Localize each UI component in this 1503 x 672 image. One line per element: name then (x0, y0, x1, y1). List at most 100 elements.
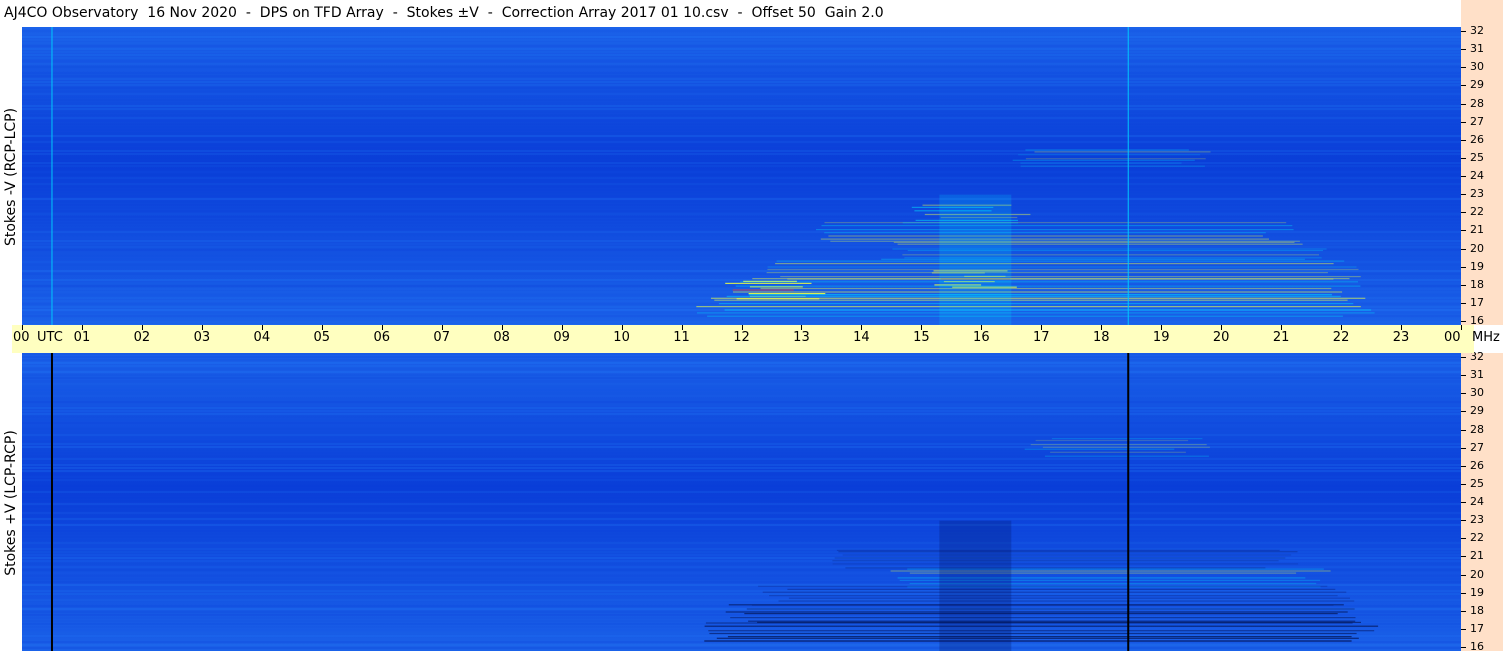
time-tick-label: 01 (73, 330, 91, 345)
time-tick-label: 21 (1272, 330, 1290, 345)
time-tick-label: 08 (493, 330, 510, 345)
freq-tick (1461, 574, 1466, 576)
freq-axis-bottom: 32 31 30 29 28 27 26 25 24 23 22 21 20 19 18 17 16 (1461, 351, 1503, 653)
emission-streak (776, 260, 1345, 262)
spectrogram-top-plot (22, 27, 1461, 325)
emission-streak (748, 293, 826, 295)
emission-streak (832, 560, 1279, 562)
emission-streak (724, 309, 1372, 311)
freq-tick (1461, 248, 1466, 250)
freq-tick-label: 32 (1470, 24, 1484, 37)
freq-tick-label: 27 (1470, 114, 1484, 128)
freq-tick (1461, 502, 1466, 503)
emission-streak (828, 235, 1263, 237)
freq-tick-label: 24 (1470, 169, 1484, 182)
emission-streak (842, 554, 1292, 556)
time-tick (1461, 325, 1462, 330)
freq-tick-label: 18 (1470, 277, 1484, 291)
emission-streak (714, 299, 1348, 301)
emission-streak (704, 640, 1352, 642)
freq-tick-label: 30 (1470, 386, 1484, 400)
freq-tick-label: 31 (1470, 42, 1484, 56)
emission-streak (1025, 149, 1189, 151)
freq-tick (1461, 610, 1466, 612)
emission-streak (709, 632, 1357, 635)
time-tick-label: 03 (193, 330, 211, 345)
freq-tick (1461, 85, 1466, 87)
spectrogram-top (22, 27, 1461, 325)
emission-streak (775, 263, 1334, 265)
emission-streak (1020, 162, 1182, 164)
emission-streak (1024, 448, 1175, 450)
freq-tick (1461, 321, 1466, 322)
emission-streak (757, 621, 1361, 623)
freq-tick (1461, 157, 1466, 159)
emission-streak (787, 588, 1336, 590)
freq-tick-label: 17 (1470, 621, 1484, 635)
time-tick-label: 07 (433, 330, 450, 345)
top-panel-ylabel-container: Stokes -V (RCP-LCP) (0, 27, 22, 327)
time-tick-label: 18 (1092, 330, 1110, 345)
time-tick-label: 20 (1212, 330, 1230, 345)
emission-streak (778, 600, 1355, 602)
freq-tick-label: 20 (1470, 567, 1484, 581)
freq-tick (1461, 266, 1466, 268)
top-panel-ylabel: Stokes -V (RCP-LCP) (3, 107, 19, 247)
emission-streak (824, 222, 1287, 224)
freq-tick (1461, 483, 1466, 485)
time-tick-label: 00 (13, 330, 30, 345)
emission-streak (704, 625, 1379, 627)
emission-streak (744, 613, 1338, 615)
emission-streak (767, 266, 1357, 268)
emission-streak (725, 282, 812, 284)
emission-streak (1018, 154, 1201, 156)
freq-tick (1461, 176, 1466, 177)
spectrogram-bottom-plot (22, 353, 1461, 651)
time-tick-label: 19 (1152, 330, 1170, 345)
time-tick-label: 06 (373, 330, 391, 345)
emission-glow (939, 194, 1012, 325)
emission-streak (838, 551, 1298, 553)
freq-tick-label: 19 (1470, 585, 1484, 599)
time-tick-label: 12 (733, 330, 750, 345)
freq-tick (1461, 103, 1466, 105)
freq-tick-label: 31 (1470, 368, 1484, 382)
emission-streak (1034, 151, 1211, 153)
emission-streak (787, 278, 1334, 280)
freq-tick-label: 22 (1470, 205, 1484, 219)
freq-axis-header (1461, 0, 1503, 27)
freq-tick (1461, 302, 1466, 304)
freq-tick (1461, 447, 1466, 449)
freq-tick-label: 22 (1470, 531, 1484, 545)
freq-tick-label: 24 (1470, 495, 1484, 508)
freq-tick-label: 21 (1470, 549, 1484, 563)
freq-tick-label: 25 (1470, 476, 1484, 490)
mhz-label: MHz (1472, 330, 1500, 345)
emission-streak (718, 303, 1354, 305)
bottom-panel-ylabel-container: Stokes +V (LCP-RCP) (0, 353, 22, 653)
time-tick-label: 22 (1332, 330, 1350, 345)
freq-tick (1461, 592, 1466, 594)
freq-tick-label: 28 (1470, 422, 1484, 436)
freq-tick (1461, 121, 1466, 123)
freq-axis-top: 32 31 30 29 28 27 26 25 24 23 22 21 20 19 18 17 16 (1461, 24, 1503, 327)
emission-streak (845, 567, 1266, 569)
emission-streak (725, 611, 1348, 613)
chart-title: AJ4CO Observatory 16 Nov 2020 - DPS on T… (4, 5, 884, 21)
freq-tick (1461, 647, 1466, 648)
emission-streak (696, 306, 1361, 308)
freq-tick (1461, 628, 1466, 630)
freq-tick (1461, 230, 1466, 232)
emission-glow (939, 520, 1012, 651)
emission-streak (716, 637, 1359, 639)
emission-streak (1020, 165, 1205, 167)
emission-streak (762, 591, 1347, 593)
freq-tick-label: 27 (1470, 440, 1484, 454)
freq-tick (1461, 556, 1466, 558)
freq-tick (1461, 284, 1466, 286)
freq-tick (1461, 49, 1466, 51)
freq-tick-label: 18 (1470, 603, 1484, 617)
time-tick-label: 10 (613, 330, 630, 345)
emission-streak (816, 229, 1294, 231)
emission-streak (821, 225, 1293, 227)
